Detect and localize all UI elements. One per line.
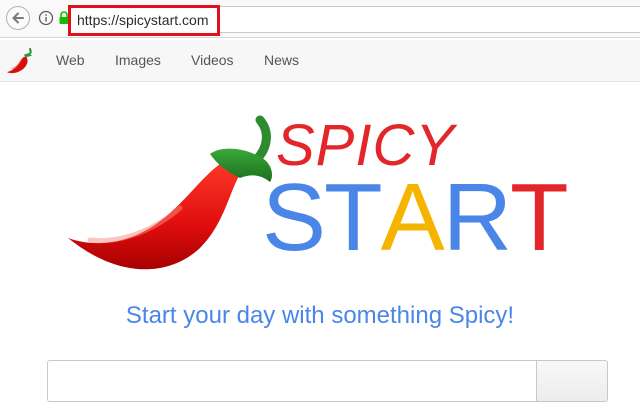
logo-start-text: START — [262, 164, 569, 271]
nav-item-images[interactable]: Images — [115, 52, 161, 68]
chili-pepper-icon — [68, 115, 273, 270]
logo-letter: T — [510, 164, 569, 271]
site-nav: Web Images Videos News — [0, 40, 640, 82]
logo-letter: R — [442, 164, 512, 271]
back-button[interactable] — [6, 6, 30, 30]
search-input[interactable] — [47, 360, 537, 402]
browser-toolbar: https://spicystart.com — [0, 0, 640, 38]
chili-pepper-icon[interactable] — [4, 45, 36, 77]
nav-item-videos[interactable]: Videos — [191, 52, 234, 68]
info-icon[interactable] — [38, 10, 54, 26]
nav-item-news[interactable]: News — [264, 52, 299, 68]
search-button[interactable] — [536, 360, 608, 402]
address-bar-remaining[interactable] — [220, 6, 640, 33]
nav-item-web[interactable]: Web — [56, 52, 85, 68]
logo-letter: A — [380, 164, 445, 271]
url-field[interactable]: https://spicystart.com — [68, 5, 220, 36]
logo-letter: T — [324, 164, 383, 271]
tagline: Start your day with something Spicy! — [125, 302, 515, 329]
logo-letter: S — [262, 164, 326, 271]
back-arrow-icon — [12, 12, 24, 24]
